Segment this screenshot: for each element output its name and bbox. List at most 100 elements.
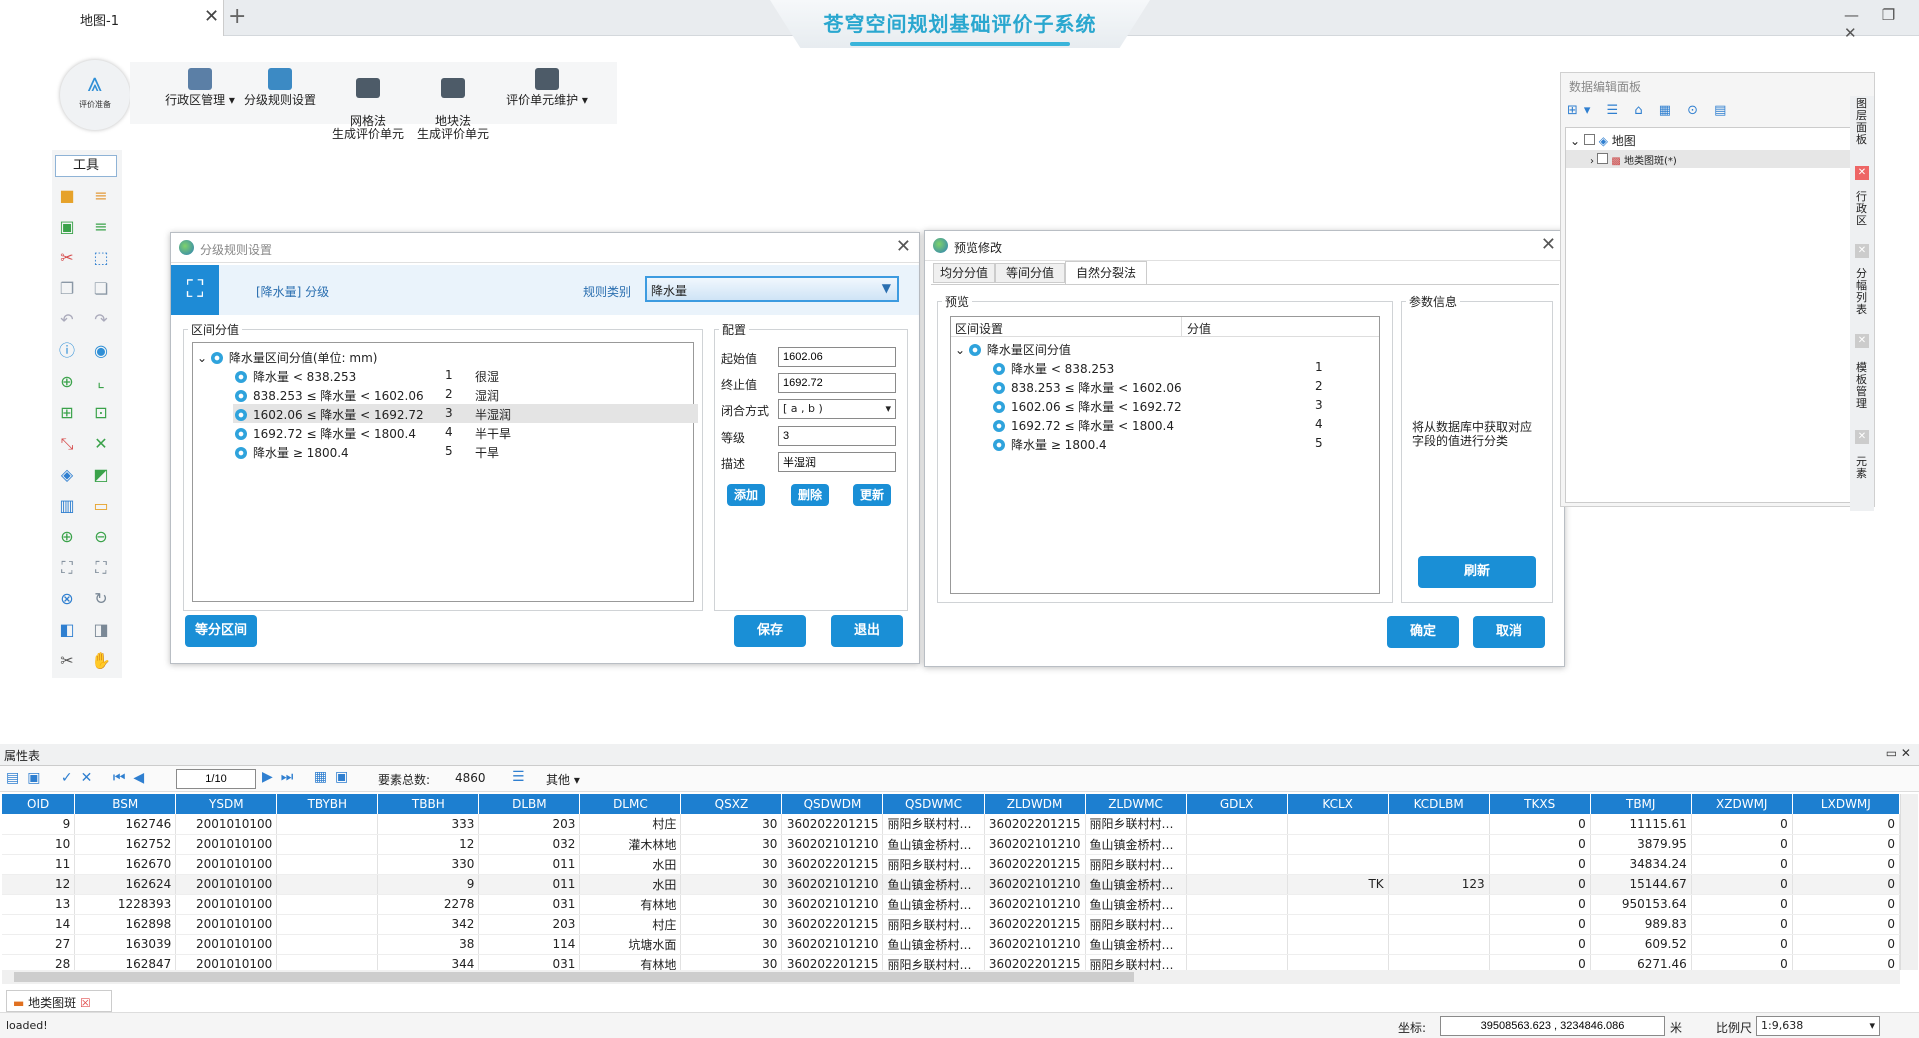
checkbox[interactable] (1583, 134, 1595, 145)
table-cell[interactable]: 2278 (377, 894, 480, 915)
tree-root[interactable]: ⌄ 降水量区间分值(单位: mm) (197, 349, 377, 366)
table-cell[interactable] (276, 914, 379, 935)
table-cell[interactable]: 10 (2, 834, 76, 855)
table-cell[interactable]: 有林地 (579, 954, 682, 970)
table-cell[interactable]: 011 (478, 874, 581, 895)
table-cell[interactable] (1388, 914, 1490, 935)
table-cell[interactable]: 162670 (74, 854, 177, 875)
table-cell[interactable]: 水田 (579, 874, 682, 895)
table-cell[interactable]: 333 (377, 814, 480, 835)
table-cell[interactable]: 30 (680, 814, 783, 835)
column-header[interactable]: YSDM (175, 794, 278, 814)
close-icon[interactable]: ✕ (204, 6, 219, 27)
table-cell[interactable]: 丽阳乡联村村… (882, 954, 985, 970)
ok-button[interactable]: 确定 (1387, 616, 1459, 648)
table-cell[interactable] (276, 954, 379, 970)
column-header[interactable]: QSDWDM (781, 794, 884, 814)
table-cell[interactable] (1287, 814, 1389, 835)
table-cell[interactable]: 2001010100 (175, 954, 278, 970)
table-cell[interactable]: 0 (1792, 814, 1900, 835)
table-cell[interactable]: 989.83 (1590, 914, 1692, 935)
expand-icon[interactable]: › (1590, 156, 1597, 167)
table-cell[interactable]: 12 (377, 834, 480, 855)
table-cell[interactable]: 30 (680, 834, 783, 855)
table-cell[interactable]: 11115.61 (1590, 814, 1692, 835)
column-header[interactable]: QSXZ (680, 794, 783, 814)
table-cell[interactable]: 0 (1792, 934, 1900, 955)
table-cell[interactable]: 360202201215 (984, 954, 1086, 970)
table-cell[interactable] (1186, 834, 1288, 855)
table-cell[interactable] (276, 874, 379, 895)
parcel-method-button[interactable]: 地块法 生成评价单元 (413, 65, 493, 141)
table-row[interactable]: 28 162847 2001010100 344 031 有林地 30 36020220121… (2, 954, 1900, 970)
table-cell[interactable] (1287, 894, 1389, 915)
table-cell[interactable] (1186, 814, 1288, 835)
table-cell[interactable]: 30 (680, 894, 783, 915)
layers-icon[interactable]: ◈ (57, 465, 77, 485)
admin-district-button[interactable]: 行政区管理 ▾ (160, 68, 240, 107)
table-cell[interactable]: 丽阳乡联村村… (1085, 954, 1187, 970)
delete-icon[interactable]: ▥ (57, 496, 77, 516)
table-cell[interactable]: 609.52 (1590, 934, 1692, 955)
tab-natural-breaks[interactable]: 自然分裂法 (1065, 261, 1147, 285)
table-cell[interactable]: 342 (377, 914, 480, 935)
table-cell[interactable]: 0 (1489, 874, 1591, 895)
table-cell[interactable]: 34834.24 (1590, 854, 1692, 875)
table-cell[interactable]: 0 (1691, 814, 1793, 835)
tool-panel-header[interactable]: 工具 (55, 155, 117, 177)
table-cell[interactable]: 1228393 (74, 894, 177, 915)
column-header[interactable]: XZDWMJ (1691, 794, 1793, 814)
table-cell[interactable]: 162746 (74, 814, 177, 835)
coord-input[interactable] (1440, 1016, 1665, 1036)
table-cell[interactable]: 鱼山镇金桥村… (882, 894, 985, 915)
table-cell[interactable]: 360202101210 (984, 894, 1086, 915)
table-cell[interactable]: 鱼山镇金桥村… (1085, 894, 1187, 915)
table-cell[interactable]: 0 (1792, 894, 1900, 915)
exit-button[interactable]: 退出 (831, 615, 903, 647)
table-cell[interactable] (276, 834, 379, 855)
range-row[interactable]: 降水量 ≥ 1800.4 5 干旱 (235, 444, 695, 461)
table-cell[interactable] (1186, 854, 1288, 875)
column-header[interactable]: TBMJ (1590, 794, 1692, 814)
range-row-selected[interactable]: 1602.06 ≤ 降水量 < 1692.72 3 半湿润 (233, 404, 698, 423)
update-button[interactable]: 更新 (853, 484, 891, 506)
grid-method-button[interactable]: 网格法 生成评价单元 (328, 65, 408, 141)
table-cell[interactable] (1388, 834, 1490, 855)
column-header[interactable]: LXDWMJ (1792, 794, 1900, 814)
table-cell[interactable] (1186, 954, 1288, 970)
range-tree[interactable]: ⌄ 降水量区间分值(单位: mm) 降水量 < 838.253 1 很湿 838.2… (192, 342, 698, 602)
table-cell[interactable]: 2001010100 (175, 874, 278, 895)
table-cell[interactable]: 0 (1489, 814, 1591, 835)
table-cell[interactable]: 3879.95 (1590, 834, 1692, 855)
table-cell[interactable]: 鱼山镇金桥村… (1085, 874, 1187, 895)
column-header[interactable]: ZLDWDM (984, 794, 1086, 814)
table-cell[interactable] (276, 894, 379, 915)
table-cell[interactable]: 0 (1792, 954, 1900, 970)
table-cell[interactable] (1287, 934, 1389, 955)
table-cell[interactable]: 360202101210 (984, 934, 1086, 955)
panel-toolbar[interactable]: ⊞▾ ☰ ⌂ ▦ ⊙ ▤ (1567, 103, 1732, 118)
table-row[interactable]: 11 162670 2001010100 330 011 水田 30 360202201215… (2, 854, 1900, 875)
column-header[interactable]: DLBM (478, 794, 581, 814)
table-cell[interactable]: 鱼山镇金桥村… (882, 834, 985, 855)
table-cell[interactable] (1388, 954, 1490, 970)
pan-box-icon[interactable]: ⊡ (91, 403, 111, 423)
collapse-icon[interactable]: ⌄ (1570, 134, 1584, 148)
export-icon[interactable]: ≡ (91, 217, 111, 237)
table-row[interactable]: 9 162746 2001010100 333 203 村庄 30 360202201215 丽… (2, 814, 1900, 835)
list-settings-icon[interactable]: ☰ (512, 769, 525, 785)
fixed-zoom-icon[interactable]: ⛶ (91, 558, 111, 578)
table-cell[interactable]: 162898 (74, 914, 177, 935)
table-cell[interactable] (276, 814, 379, 835)
tab-interval-score[interactable]: 等间分值 (995, 263, 1065, 283)
table-cell[interactable]: 114 (478, 934, 581, 955)
horizontal-scrollbar[interactable] (2, 970, 1900, 984)
table-cell[interactable]: 360202101210 (781, 894, 884, 915)
table-cell[interactable]: 9 (377, 874, 480, 895)
preview-tree[interactable]: 区间设置 分值 ⌄ 降水量区间分值 降水量 < 838.253 1 838.253… (950, 316, 1380, 594)
full-extent-icon[interactable]: ⛶ (57, 558, 77, 578)
preview-row[interactable]: 1692.72 ≤ 降水量 < 1800.4 4 (993, 417, 1323, 434)
table-cell[interactable]: 203 (478, 914, 581, 935)
layer-tree[interactable]: ⌄ ◈ 地图 › ▩ 地类图斑(*) (1565, 127, 1853, 503)
page-nav-icons[interactable]: ▶⏭ ▦▣ (262, 769, 356, 785)
